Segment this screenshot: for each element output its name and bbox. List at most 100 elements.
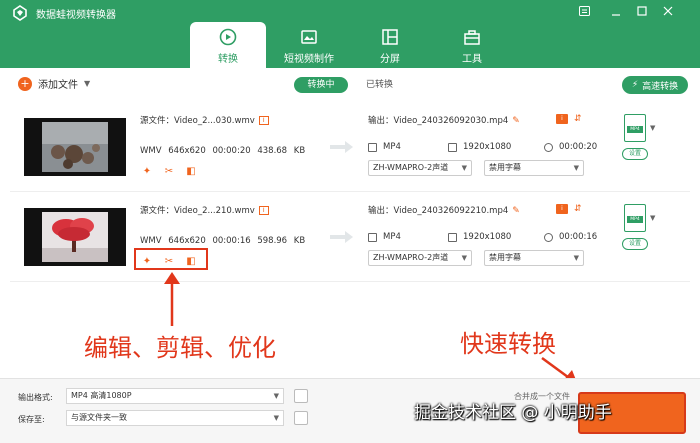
edit-tools: ✦ ✂ ◧: [140, 164, 198, 178]
source-duration: 00:00:20: [212, 146, 251, 156]
save-to-label: 保存至:: [18, 415, 45, 424]
tab-split-screen[interactable]: 分屏: [352, 22, 428, 68]
arrow-right-icon: [330, 141, 353, 153]
add-file-button[interactable]: + 添加文件 ▼: [18, 76, 90, 91]
source-resolution: 646x620: [168, 146, 206, 156]
fast-convert-label: 高速转换: [642, 81, 679, 92]
output-badges: i ⇵: [556, 114, 582, 124]
output-duration: 00:00:20: [559, 142, 598, 152]
output-format-label: 输出格式:: [18, 393, 53, 402]
chevron-down-icon: ▼: [573, 254, 579, 262]
source-filename: 源文件：Video_2...210.wmv i: [140, 204, 269, 216]
annotation-arrow-up-icon: [164, 272, 180, 326]
source-size: 438.68 KB: [257, 146, 306, 156]
tab-short-video[interactable]: 短视频制作: [271, 22, 347, 68]
video-thumbnail[interactable]: [24, 118, 126, 176]
lightning-icon: ⚡: [631, 80, 639, 90]
folder-icon[interactable]: [294, 411, 308, 425]
split-icon[interactable]: ⇵: [574, 204, 582, 214]
settings-button[interactable]: 设置: [622, 238, 648, 250]
tab-short-video-label: 短视频制作: [284, 54, 334, 65]
settings-button[interactable]: 设置: [622, 148, 648, 160]
maximize-icon[interactable]: [634, 4, 650, 18]
add-file-label: 添加文件: [38, 80, 78, 91]
output-resolution: 1920x1080: [463, 142, 512, 152]
subtitle-select[interactable]: 禁用字幕 ▼: [484, 250, 584, 266]
output-filename: 输出：Video_240326092030.mp4 ✎: [368, 116, 520, 126]
info-icon[interactable]: i: [258, 116, 269, 125]
info-badge-icon[interactable]: i: [556, 204, 568, 214]
chevron-down-icon[interactable]: ▼: [650, 214, 655, 222]
output-format-icon[interactable]: MP4: [624, 114, 646, 142]
pencil-icon[interactable]: ✎: [512, 116, 520, 126]
clip-icon: [301, 30, 317, 44]
enhance-icon[interactable]: ◧: [184, 164, 198, 178]
file-row: 源文件：Video_2...210.wmv i WMV 646x620 00:00…: [10, 194, 690, 282]
tab-split-screen-label: 分屏: [380, 54, 400, 65]
file-row: 源文件：Video_2...030.wmv i WMV 646x620 00:00…: [10, 104, 690, 192]
output-format: MP4: [383, 142, 401, 152]
chevron-down-icon: ▼: [461, 254, 467, 262]
subtitle-select[interactable]: 禁用字幕 ▼: [484, 160, 584, 176]
menu-icon[interactable]: [576, 4, 592, 18]
source-meta: WMV 646x620 00:00:16 598.96 KB: [140, 236, 305, 246]
minimize-icon[interactable]: [608, 4, 624, 18]
output-format: MP4: [383, 232, 401, 242]
annotation-edit-tools: 编辑、剪辑、优化: [84, 334, 276, 362]
toolbox-icon: [464, 30, 480, 45]
chevron-down-icon[interactable]: ▼: [84, 79, 90, 88]
split-icon[interactable]: ⇵: [574, 114, 582, 124]
fast-convert-toggle[interactable]: ⚡ 高速转换: [622, 76, 688, 94]
resolution-icon: [448, 142, 457, 152]
chevron-down-icon[interactable]: ▼: [650, 124, 655, 132]
tab-convert[interactable]: 转换: [190, 22, 266, 68]
tab-tools[interactable]: 工具: [434, 22, 510, 68]
output-badges: i ⇵: [556, 204, 582, 214]
chevron-down-icon: ▼: [273, 392, 279, 400]
audio-track-select[interactable]: ZH-WMAPRO-2声道 ▼: [368, 250, 472, 266]
format-settings-icon[interactable]: [294, 389, 308, 403]
source-size: 598.96 KB: [257, 236, 306, 246]
output-filename: 输出：Video_240326092210.mp4 ✎: [368, 206, 520, 216]
info-badge-icon[interactable]: i: [556, 114, 568, 124]
output-format-select[interactable]: MP4 高清1080P ▼: [66, 388, 284, 404]
app-title: 数据蛙视频转换器: [36, 10, 116, 21]
split-screen-icon: [382, 29, 398, 45]
video-thumbnail[interactable]: [24, 208, 126, 266]
pencil-icon[interactable]: ✎: [512, 206, 520, 216]
plus-icon: +: [18, 76, 32, 91]
annotation-box-tools: [134, 248, 208, 270]
magic-edit-icon[interactable]: ✦: [140, 164, 154, 178]
tab-tools-label: 工具: [462, 54, 482, 65]
source-resolution: 646x620: [168, 236, 206, 246]
source-meta: WMV 646x620 00:00:20 438.68 KB: [140, 146, 305, 156]
tab-converting[interactable]: 转换中: [294, 77, 348, 93]
output-format-icon[interactable]: MP4: [624, 204, 646, 232]
tab-converted[interactable]: 已转换: [366, 77, 393, 93]
chevron-down-icon: ▼: [573, 164, 579, 172]
app-logo-icon: [13, 5, 27, 21]
chevron-down-icon: ▼: [461, 164, 467, 172]
scissors-icon[interactable]: ✂: [162, 164, 176, 178]
info-icon[interactable]: i: [258, 206, 269, 215]
convert-icon: [219, 28, 237, 46]
clock-icon: [544, 142, 553, 152]
source-format: WMV: [140, 146, 162, 156]
format-icon: [368, 232, 377, 242]
format-icon: [368, 142, 377, 152]
annotation-fast-convert: 快速转换: [460, 330, 556, 358]
source-filename: 源文件：Video_2...030.wmv i: [140, 114, 269, 126]
output-duration: 00:00:16: [559, 232, 598, 242]
save-to-select[interactable]: 与源文件夹一致 ▼: [66, 410, 284, 426]
chevron-down-icon: ▼: [273, 414, 279, 422]
arrow-right-icon: [330, 231, 353, 243]
resolution-icon: [448, 232, 457, 242]
source-format: WMV: [140, 236, 162, 246]
audio-track-select[interactable]: ZH-WMAPRO-2声道 ▼: [368, 160, 472, 176]
tab-convert-label: 转换: [218, 54, 238, 65]
output-resolution: 1920x1080: [463, 232, 512, 242]
clock-icon: [544, 232, 553, 242]
toolbar: [0, 68, 700, 100]
source-duration: 00:00:16: [212, 236, 251, 246]
close-icon[interactable]: [660, 4, 676, 18]
